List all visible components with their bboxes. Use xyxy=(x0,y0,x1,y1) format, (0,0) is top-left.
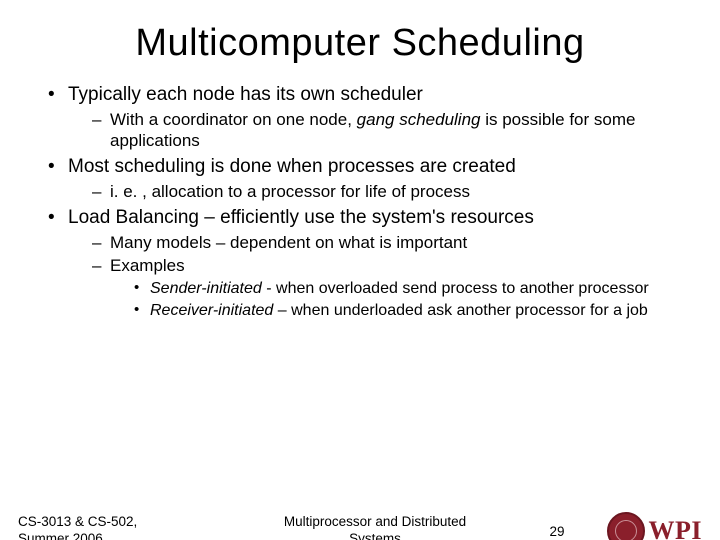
slide: Multicomputer Scheduling Typically each … xyxy=(0,22,720,540)
footer: CS-3013 & CS-502, Summer 2006 Multiproce… xyxy=(0,512,720,540)
sub-sub-bullet-item: Receiver-initiated – when underloaded as… xyxy=(134,301,692,321)
footer-left: CS-3013 & CS-502, Summer 2006 xyxy=(18,514,218,540)
slide-content: Typically each node has its own schedule… xyxy=(0,83,720,321)
course-code: CS-3013 & CS-502, xyxy=(18,514,218,531)
bullet-item: Typically each node has its own schedule… xyxy=(48,83,692,151)
footer-title-line1: Multiprocessor and Distributed xyxy=(218,514,532,531)
bullet-text: Load Balancing – efficiently use the sys… xyxy=(68,207,534,228)
italic-term: Sender-initiated xyxy=(150,280,266,297)
sub-bullet-item: Many models – dependent on what is impor… xyxy=(92,232,692,253)
page-number: 29 xyxy=(532,524,582,539)
wpi-logo-text: WPI xyxy=(649,516,703,540)
sub-bullet-text: Many models – dependent on what is impor… xyxy=(110,233,467,252)
sub-list: i. e. , allocation to a processor for li… xyxy=(68,181,692,202)
sub-sub-bullet-item: Sender-initiated - when overloaded send … xyxy=(134,279,692,299)
wpi-logo: WPI xyxy=(582,512,702,540)
bullet-item: Most scheduling is done when processes a… xyxy=(48,155,692,202)
bullet-text: Most scheduling is done when processes a… xyxy=(68,156,516,177)
bullet-item: Load Balancing – efficiently use the sys… xyxy=(48,206,692,320)
sub-list: Many models – dependent on what is impor… xyxy=(68,232,692,321)
bullet-text: Typically each node has its own schedule… xyxy=(68,84,423,105)
sub-sub-list: Sender-initiated - when overloaded send … xyxy=(110,279,692,321)
footer-center: Multiprocessor and Distributed Systems xyxy=(218,514,532,540)
term: Summer 2006 xyxy=(18,531,218,540)
bullet-list: Typically each node has its own schedule… xyxy=(28,83,692,321)
sub-sub-bullet-text: - when overloaded send process to anothe… xyxy=(266,280,648,297)
wpi-seal-icon xyxy=(607,512,645,540)
sub-sub-bullet-text: – when underloaded ask another processor… xyxy=(273,302,647,319)
italic-term: Receiver-initiated xyxy=(150,302,273,319)
sub-bullet-text: With a coordinator on one node, xyxy=(110,110,357,129)
sub-bullet-item: With a coordinator on one node, gang sch… xyxy=(92,109,692,152)
slide-title: Multicomputer Scheduling xyxy=(0,22,720,65)
italic-term: gang scheduling xyxy=(357,110,481,129)
sub-bullet-item: i. e. , allocation to a processor for li… xyxy=(92,181,692,202)
footer-title-line2: Systems xyxy=(218,531,532,540)
sub-list: With a coordinator on one node, gang sch… xyxy=(68,109,692,152)
sub-bullet-text: i. e. , allocation to a processor for li… xyxy=(110,182,470,201)
sub-bullet-text: Examples xyxy=(110,256,185,275)
sub-bullet-item: Examples Sender-initiated - when overloa… xyxy=(92,255,692,320)
